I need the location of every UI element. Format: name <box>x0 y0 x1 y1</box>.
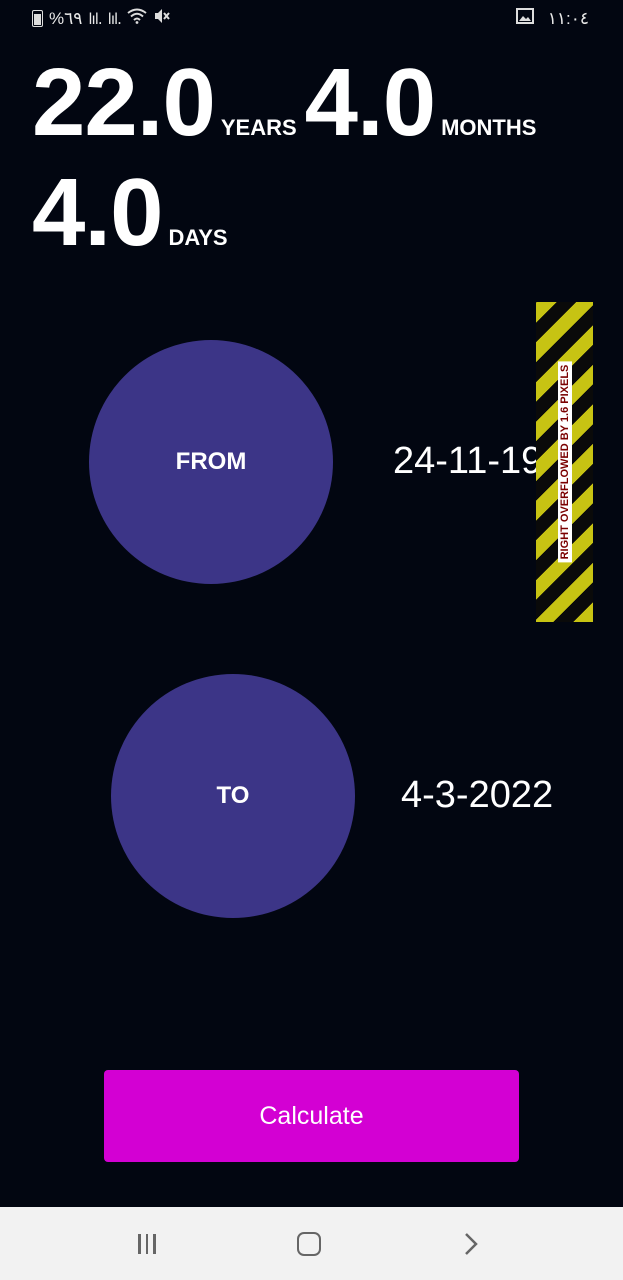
overflow-warning-text: RIGHT OVERFLOWED BY 1.6 PIXELS <box>557 361 572 563</box>
battery-percent: %٦٩ <box>49 8 83 28</box>
age-result: 22.0 YEARS 4.0 MONTHS 4.0 DAYS <box>32 55 592 261</box>
years-value: 22.0 <box>32 49 216 156</box>
to-label: TO <box>216 782 250 809</box>
chevron-right-icon <box>465 1232 478 1255</box>
years-label: YEARS <box>220 115 297 140</box>
battery-icon <box>32 10 43 27</box>
days-value: 4.0 <box>32 159 163 266</box>
months-value: 4.0 <box>304 49 436 156</box>
back-button[interactable] <box>431 1207 511 1280</box>
from-date-button[interactable]: FROM <box>89 340 333 584</box>
image-icon <box>515 8 534 29</box>
navigation-bar <box>0 1207 623 1280</box>
days-label: DAYS <box>168 225 228 250</box>
mute-icon <box>153 8 171 29</box>
signal-icon: lıl. <box>107 9 122 28</box>
calculate-button[interactable]: Calculate <box>104 1070 519 1162</box>
overflow-indicator: RIGHT OVERFLOWED BY 1.6 PIXELS <box>536 302 593 622</box>
home-button[interactable] <box>269 1207 349 1280</box>
status-bar: %٦٩ lıl. lıl. ١١:٠٤ <box>0 0 623 36</box>
clock: ١١:٠٤ <box>547 8 589 28</box>
recent-apps-icon <box>138 1233 156 1254</box>
from-label: FROM <box>175 448 247 475</box>
wifi-icon <box>127 8 147 29</box>
recent-apps-button[interactable] <box>107 1207 187 1280</box>
home-icon <box>297 1231 321 1256</box>
signal-icon: lıl. <box>88 9 102 28</box>
to-date-button[interactable]: TO <box>111 674 355 918</box>
months-label: MONTHS <box>441 115 537 140</box>
to-date-value: 4-3-2022 <box>401 774 554 816</box>
